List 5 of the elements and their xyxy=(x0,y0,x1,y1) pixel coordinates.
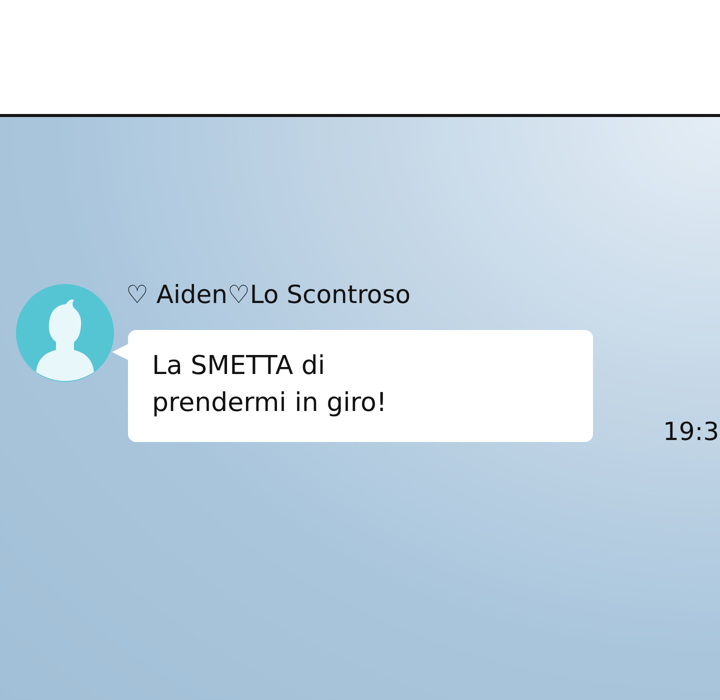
message-time: 19:3 xyxy=(663,417,720,446)
sender-name: ♡ Aiden♡Lo Scontroso xyxy=(126,279,412,311)
message-bubble: La SMETTA di prendermi in giro! xyxy=(128,330,593,442)
bubble-tail xyxy=(112,344,128,360)
avatar-icon xyxy=(16,284,114,382)
